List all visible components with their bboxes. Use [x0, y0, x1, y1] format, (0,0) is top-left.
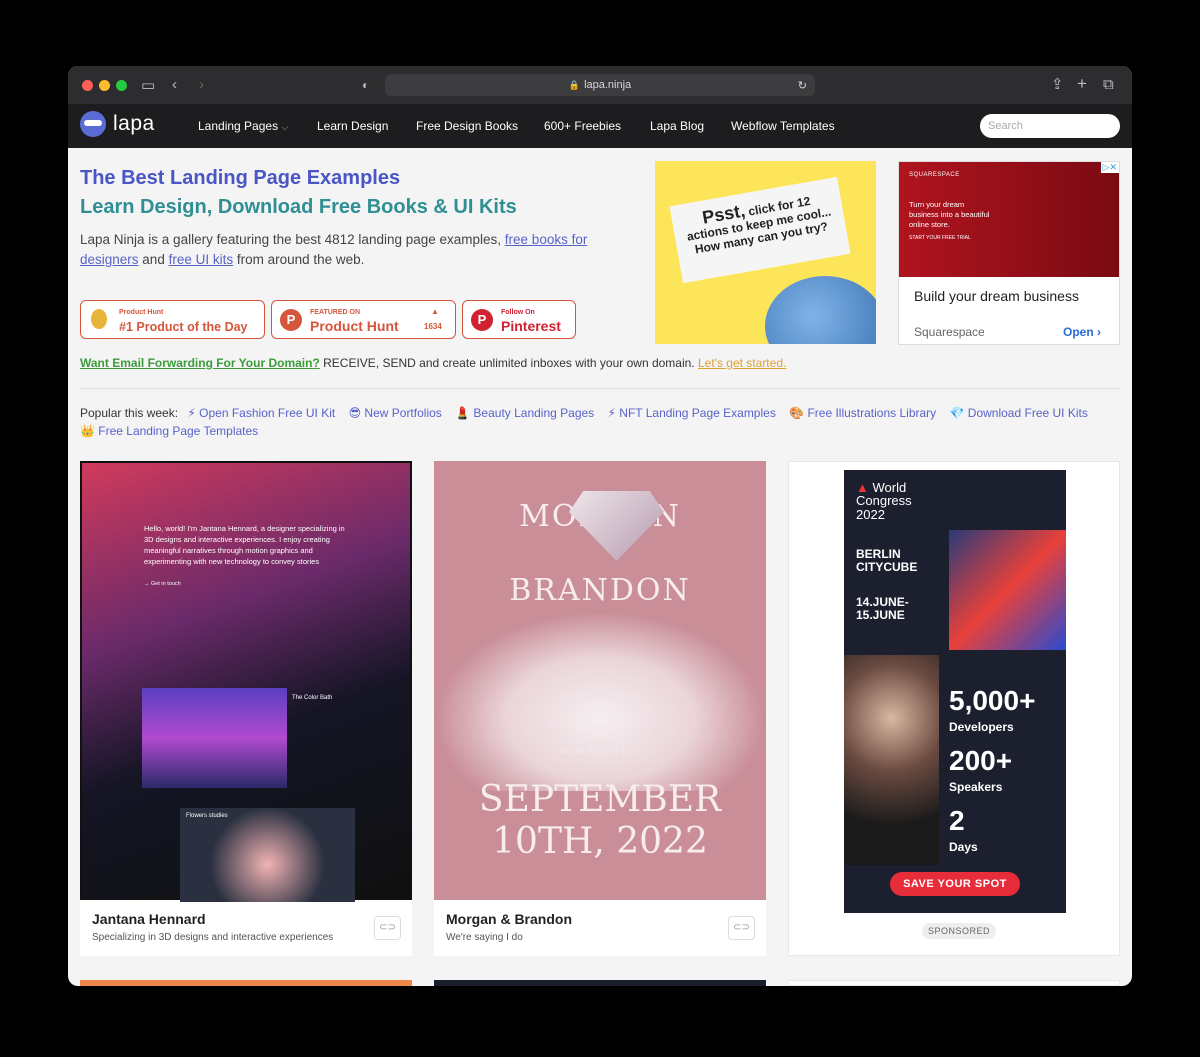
email-forwarding-promo: Want Email Forwarding For Your Domain? R… [80, 356, 787, 370]
popular-link[interactable]: 😎 New Portfolios [349, 406, 442, 420]
reload-icon[interactable]: ↻ [798, 79, 807, 92]
squarespace-ad-image: SQUARESPACE Turn your dream business int… [899, 162, 1119, 277]
chevron-down-icon: ⌵ [281, 122, 289, 132]
speaker-photo [844, 655, 939, 865]
site-header: lapa Landing Pages ⌵ Learn Design Free D… [68, 104, 1132, 148]
next-card-peek [434, 980, 766, 986]
card-title[interactable]: Jantana Hennard [92, 911, 206, 927]
landing-card[interactable]: MORGAN BRANDON WE'RE SAYING I DO SEPTEMB… [434, 461, 766, 956]
globe-image [765, 276, 876, 344]
popular-link[interactable]: ⚡ Open Fashion Free UI Kit [187, 406, 335, 420]
ad-graphic [949, 530, 1066, 650]
psst-ad-banner[interactable]: Psst, click for 12 actions to keep me co… [655, 161, 876, 344]
medal-icon [91, 309, 107, 329]
minimize-window-button[interactable] [99, 80, 110, 91]
upvote-icon: ▲ [431, 307, 439, 316]
hero-subtitle: Learn Design, Download Free Books & UI K… [80, 196, 517, 218]
popular-link[interactable]: 🎨 Free Illustrations Library [789, 406, 936, 420]
save-your-spot-button[interactable]: SAVE YOUR SPOT [890, 872, 1020, 896]
pinterest-icon: P [471, 309, 493, 331]
flowers-image [180, 808, 355, 902]
squarespace-ad[interactable]: SQUARESPACE Turn your dream business int… [898, 161, 1120, 345]
lock-icon: 🔒 [568, 79, 581, 90]
link-icon[interactable]: ⊂⊃ [728, 916, 755, 940]
search-input[interactable] [980, 114, 1120, 138]
pinterest-badge[interactable]: P Follow On Pinterest [462, 300, 576, 339]
nav-lapa-blog[interactable]: Lapa Blog [650, 119, 704, 133]
nav-webflow-templates[interactable]: Webflow Templates [731, 119, 835, 133]
next-card-peek [788, 980, 1120, 986]
diamond-image [569, 491, 664, 561]
maximize-window-button[interactable] [116, 80, 127, 91]
back-icon[interactable]: ‹ [172, 77, 177, 92]
landing-card[interactable]: Hello, world! I'm Jantana Hennard, a des… [80, 461, 412, 956]
product-hunt-icon: P [280, 309, 302, 331]
logo-text[interactable]: lapa [113, 112, 155, 136]
address-bar[interactable]: 🔒 lapa.ninja ↻ [385, 74, 815, 96]
share-icon[interactable]: ⇪ [1051, 77, 1064, 92]
ad-open-button[interactable]: Open › [1063, 325, 1101, 339]
sponsored-badge: SPONSORED [922, 923, 997, 939]
popular-link[interactable]: 👑 Free Landing Page Templates [80, 424, 258, 438]
link-icon[interactable]: ⊂⊃ [374, 916, 401, 940]
subway-image [142, 688, 287, 788]
forward-icon[interactable]: › [199, 77, 204, 92]
get-started-link[interactable]: Let's get started. [698, 356, 786, 370]
product-hunt-featured-badge[interactable]: P FEATURED ON Product Hunt ▲ 1634 [271, 300, 456, 339]
card-thumbnail[interactable]: Hello, world! I'm Jantana Hennard, a des… [80, 461, 412, 902]
card-subtitle: We're saying I do [446, 932, 523, 943]
sidebar-icon[interactable]: ▭ [141, 78, 155, 93]
hero-title: The Best Landing Page Examples [80, 167, 401, 189]
product-hunt-day-badge[interactable]: Product Hunt #1 Product of the Day [80, 300, 265, 339]
popular-link[interactable]: 💄 Beauty Landing Pages [455, 406, 594, 420]
shield-icon[interactable]: ◐ [362, 78, 369, 93]
new-tab-icon[interactable]: + [1077, 75, 1087, 92]
nav-learn-design[interactable]: Learn Design [317, 119, 388, 133]
chevron-right-icon: › [1097, 325, 1101, 339]
card-title[interactable]: Morgan & Brandon [446, 911, 572, 927]
popular-this-week: Popular this week: ⚡ Open Fashion Free U… [80, 406, 1088, 438]
browser-toolbar: ▭ ‹ › ◐ 🔒 lapa.ninja ↻ ⇪ + ⧉ [68, 66, 1132, 104]
nav-freebies[interactable]: 600+ Freebies [544, 119, 621, 133]
popular-link[interactable]: ⚡ NFT Landing Page Examples [608, 406, 776, 420]
hero-intro: Lapa Ninja is a gallery featuring the be… [80, 232, 588, 267]
card-subtitle: Specializing in 3D designs and interacti… [92, 932, 334, 943]
sponsored-ad-card[interactable]: ▲ World Congress 2022 BERLIN CITYCUBE 14… [788, 461, 1120, 956]
email-promo-link[interactable]: Want Email Forwarding For Your Domain? [80, 356, 320, 370]
browser-window: ▭ ‹ › ◐ 🔒 lapa.ninja ↻ ⇪ + ⧉ lapa Landing … [68, 66, 1132, 986]
url-text: lapa.ninja [584, 79, 632, 91]
ninja-logo-icon[interactable] [80, 111, 106, 137]
close-window-button[interactable] [82, 80, 93, 91]
ad-info-icon[interactable]: ▷✕ [1100, 162, 1119, 173]
card-thumbnail[interactable]: MORGAN BRANDON WE'RE SAYING I DO SEPTEMB… [434, 461, 766, 900]
clouds-image [434, 611, 766, 791]
tabs-overview-icon[interactable]: ⧉ [1103, 77, 1114, 92]
nav-free-design-books[interactable]: Free Design Books [416, 119, 518, 133]
psst-sign: Psst, click for 12 actions to keep me co… [669, 176, 851, 284]
world-congress-ad[interactable]: ▲ World Congress 2022 BERLIN CITYCUBE 14… [844, 470, 1066, 913]
divider [80, 388, 1120, 389]
nav-landing-pages[interactable]: Landing Pages ⌵ [198, 119, 288, 133]
free-ui-kits-link[interactable]: free UI kits [169, 252, 234, 267]
next-card-peek [80, 980, 412, 986]
popular-link[interactable]: 💎 Download Free UI Kits [950, 406, 1088, 420]
